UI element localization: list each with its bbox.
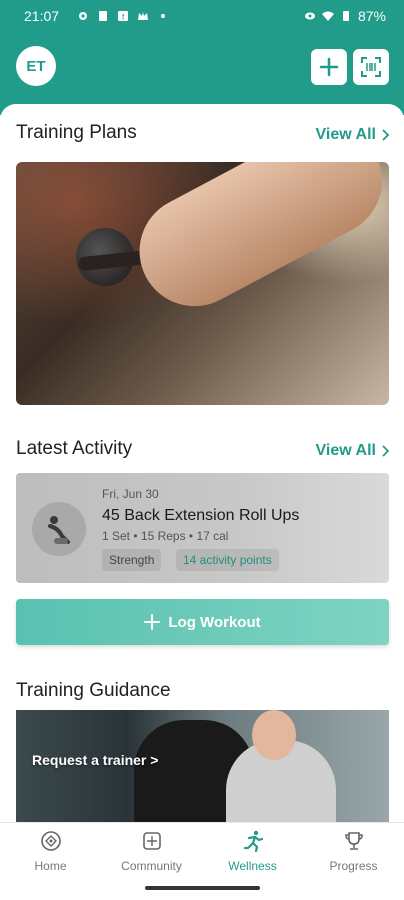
barcode-scan-icon bbox=[361, 57, 381, 77]
battery-percent: 87% bbox=[357, 8, 386, 24]
battery-icon bbox=[342, 11, 349, 21]
exercise-figure-icon bbox=[48, 516, 70, 544]
arm-shape bbox=[120, 162, 389, 326]
sim-icon bbox=[99, 11, 108, 21]
client-head bbox=[252, 710, 296, 760]
tab-community[interactable]: Community bbox=[101, 829, 202, 873]
main-content: Training Plans View All Latest Activity … bbox=[0, 104, 404, 822]
latest-activity-view-all[interactable]: View All bbox=[316, 442, 390, 460]
add-button[interactable] bbox=[311, 49, 347, 85]
training-plans-view-all[interactable]: View All bbox=[316, 126, 390, 144]
activity-date: Fri, Jun 30 bbox=[102, 487, 159, 501]
trophy-icon bbox=[342, 829, 366, 853]
home-indicator bbox=[145, 886, 260, 890]
log-workout-button[interactable]: Log Workout bbox=[16, 599, 389, 645]
tab-label: Wellness bbox=[228, 859, 277, 873]
tab-home[interactable]: Home bbox=[0, 829, 101, 873]
section-title-training-plans: Training Plans bbox=[16, 122, 137, 143]
activity-tag-strength: Strength bbox=[102, 549, 162, 571]
crown-icon bbox=[138, 12, 149, 20]
scan-button[interactable] bbox=[353, 49, 389, 85]
activity-tag-points: 14 activity points bbox=[176, 549, 279, 571]
home-icon bbox=[39, 829, 63, 853]
settings-icon bbox=[79, 12, 88, 20]
dot-icon bbox=[161, 14, 166, 18]
training-guidance-card[interactable]: Request a trainer > bbox=[16, 710, 389, 822]
plus-icon bbox=[319, 57, 339, 77]
wellness-icon bbox=[241, 829, 265, 853]
section-title-latest-activity: Latest Activity bbox=[16, 438, 133, 459]
section-title-training-guidance: Training Guidance bbox=[16, 680, 171, 701]
tab-progress[interactable]: Progress bbox=[303, 829, 404, 873]
activity-name: 45 Back Extension Roll Ups bbox=[102, 507, 300, 524]
eye-icon bbox=[304, 12, 315, 20]
community-icon bbox=[140, 829, 164, 853]
activity-card[interactable]: Fri, Jun 30 45 Back Extension Roll Ups 1… bbox=[16, 473, 389, 583]
status-bar: 21:07 f 87% bbox=[0, 0, 404, 32]
tab-label: Home bbox=[34, 859, 67, 873]
facebook-icon: f bbox=[118, 11, 129, 22]
log-workout-label: Log Workout bbox=[168, 613, 261, 631]
wifi-icon bbox=[321, 11, 334, 21]
request-trainer-link[interactable]: Request a trainer > bbox=[32, 752, 158, 768]
tab-label: Community bbox=[121, 859, 182, 873]
activity-meta: 1 Set • 15 Reps • 17 cal bbox=[102, 529, 229, 543]
view-all-label: View All bbox=[315, 126, 376, 143]
tab-wellness[interactable]: Wellness bbox=[202, 829, 303, 873]
view-all-label: View All bbox=[315, 442, 376, 459]
chevron-right-icon bbox=[382, 129, 390, 141]
status-time: 21:07 bbox=[24, 8, 60, 24]
avatar[interactable]: ET bbox=[16, 46, 56, 86]
plus-icon bbox=[144, 614, 161, 630]
exercise-thumbnail bbox=[32, 502, 86, 556]
chevron-right-icon bbox=[382, 445, 390, 457]
training-plan-image[interactable] bbox=[16, 162, 389, 405]
tab-label: Progress bbox=[329, 859, 378, 873]
